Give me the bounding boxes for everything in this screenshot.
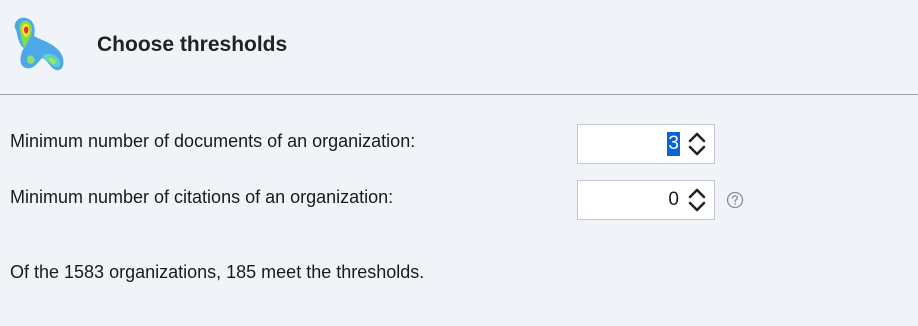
min-citations-label: Minimum number of citations of an organi… [10, 187, 394, 207]
min-citations-value[interactable]: 0 [667, 188, 680, 212]
min-documents-label: Minimum number of documents of an organi… [10, 131, 416, 151]
up-down-arrows-icon[interactable] [686, 186, 708, 214]
threshold-summary: Of the 1583 organizations, 185 meet the … [10, 262, 425, 282]
min-documents-spinner[interactable]: 3 [577, 124, 715, 164]
dialog-title: Choose thresholds [97, 33, 288, 56]
density-map-logo-icon [14, 17, 64, 71]
dialog-header: Choose thresholds [0, 0, 918, 95]
min-citations-spinner[interactable]: 0 [577, 180, 715, 220]
min-documents-value[interactable]: 3 [667, 132, 680, 156]
question-mark-icon[interactable] [726, 191, 744, 209]
up-down-arrows-icon[interactable] [686, 130, 708, 158]
threshold-panel: Minimum number of documents of an organi… [0, 96, 918, 326]
